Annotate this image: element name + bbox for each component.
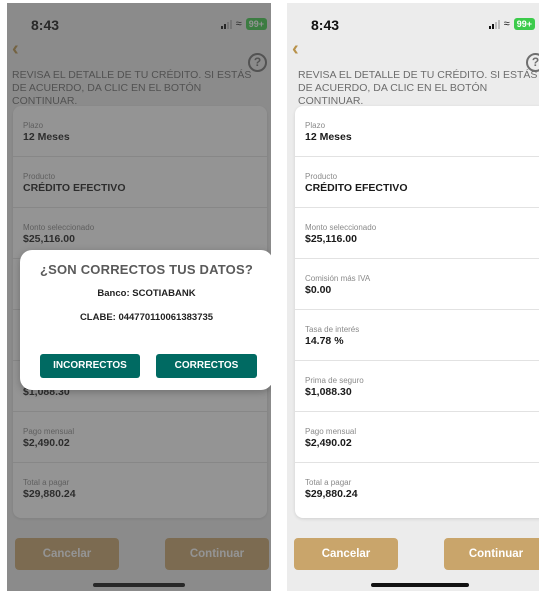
field-value: 14.78 % xyxy=(305,335,344,347)
field-value: $2,490.02 xyxy=(305,437,352,449)
instructions-text: REVISA EL DETALLE DE TU CRÉDITO. SI ESTÁ… xyxy=(298,69,538,107)
incorrect-button[interactable]: INCORRECTOS xyxy=(40,354,140,378)
confirm-dialog: ¿SON CORRECTOS TUS DATOS? Banco: SCOTIAB… xyxy=(20,250,271,390)
left-screen: 8:43 ≈ 99+ ‹ ? REVISA EL DETALLE DE TU C… xyxy=(7,3,271,591)
field-prima: Prima de seguro $1,088.30 xyxy=(295,361,539,412)
right-screen: 8:43 ≈ 99+ ‹ ? REVISA EL DETALLE DE TU C… xyxy=(287,3,539,591)
field-label: Producto xyxy=(305,172,338,181)
field-value: $29,880.24 xyxy=(305,488,358,500)
field-value: 12 Meses xyxy=(305,131,352,143)
correct-button[interactable]: CORRECTOS xyxy=(156,354,257,378)
field-tasa: Tasa de interés 14.78 % xyxy=(295,310,539,361)
credit-detail-card: Plazo 12 Meses Producto CRÉDITO EFECTIVO… xyxy=(295,106,539,518)
status-time: 8:43 xyxy=(311,17,340,33)
home-indicator xyxy=(371,583,469,587)
status-bar: 8:43 ≈ 99+ xyxy=(287,17,539,37)
field-plazo: Plazo 12 Meses xyxy=(295,106,539,157)
field-value: CRÉDITO EFECTIVO xyxy=(305,182,408,194)
dialog-clabe: CLABE: 044770110061383735 xyxy=(79,312,214,323)
dialog-title: ¿SON CORRECTOS TUS DATOS? xyxy=(39,262,253,277)
wifi-icon: ≈ xyxy=(503,18,510,30)
field-label: Plazo xyxy=(305,121,326,130)
field-total: Total a pagar $29,880.24 xyxy=(295,463,539,514)
field-producto: Producto CRÉDITO EFECTIVO xyxy=(295,157,539,208)
field-label: Pago mensual xyxy=(305,427,357,436)
battery-icon: 99+ xyxy=(513,18,535,30)
field-label: Prima de seguro xyxy=(305,376,364,385)
continue-button[interactable]: Continuar xyxy=(444,538,539,570)
status-icons: ≈ 99+ xyxy=(488,18,535,30)
field-value: $25,116.00 xyxy=(305,233,357,245)
field-label: Total a pagar xyxy=(305,478,352,487)
field-value: $0.00 xyxy=(305,284,332,296)
field-label: Tasa de interés xyxy=(305,325,360,334)
field-label: Comisión más IVA xyxy=(305,274,371,283)
field-monto: Monto seleccionado $25,116.00 xyxy=(295,208,539,259)
field-comision: Comisión más IVA $0.00 xyxy=(295,259,539,310)
field-pago-mensual: Pago mensual $2,490.02 xyxy=(295,412,539,463)
cancel-button[interactable]: Cancelar xyxy=(294,538,398,570)
signal-icon xyxy=(488,19,500,29)
field-label: Monto seleccionado xyxy=(305,223,377,232)
field-value: $1,088.30 xyxy=(305,386,352,398)
back-icon[interactable]: ‹ xyxy=(292,39,299,59)
dialog-bank: Banco: SCOTIABANK xyxy=(97,288,196,299)
